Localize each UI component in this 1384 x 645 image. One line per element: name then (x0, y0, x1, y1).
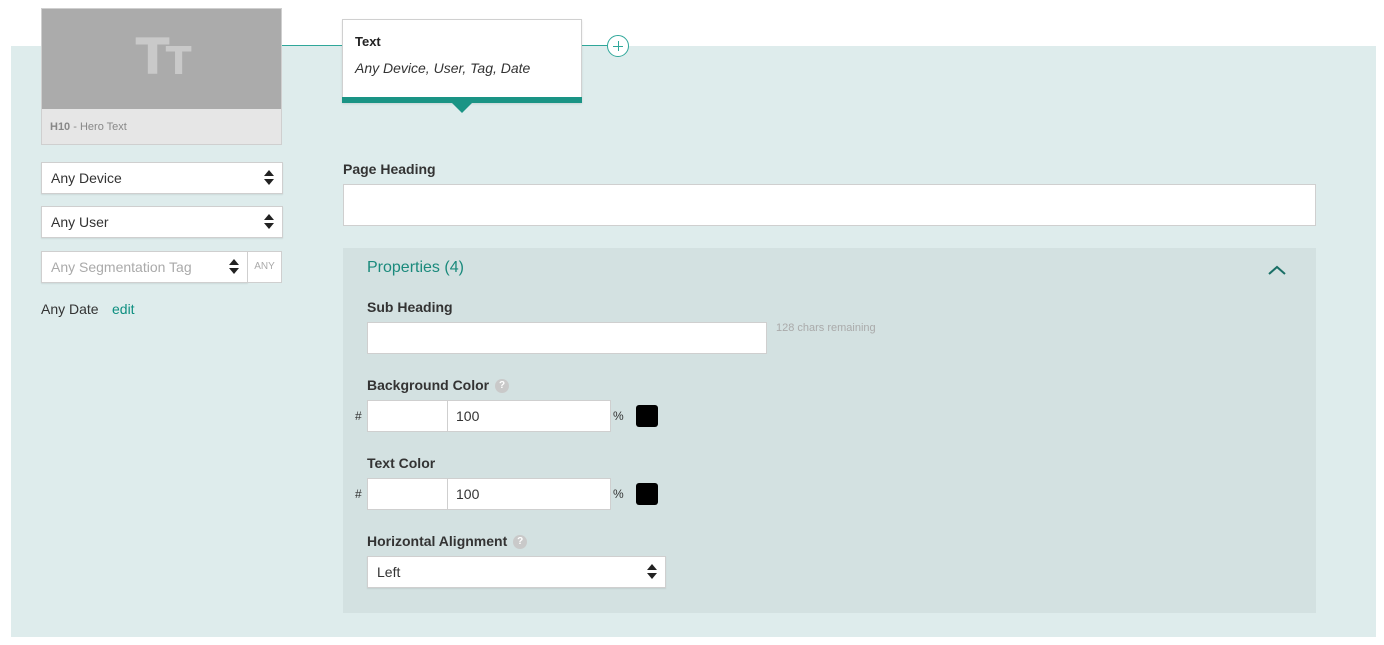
block-summary-card[interactable]: Text Any Device, User, Tag, Date (342, 19, 582, 103)
select-arrows-icon (264, 170, 274, 186)
block-name: - Hero Text (70, 121, 127, 133)
connector-line-left (282, 45, 342, 46)
select-arrows-icon (264, 214, 274, 230)
block-summary-targeting: Any Device, User, Tag, Date (355, 60, 531, 76)
hash-symbol: # (355, 409, 362, 423)
sub-heading-label: Sub Heading (367, 299, 453, 315)
sub-heading-chars-remaining: 128 chars remaining (776, 322, 876, 334)
block-summary-title: Text (355, 34, 381, 49)
percent-symbol: % (613, 487, 624, 501)
horizontal-alignment-value: Left (377, 564, 401, 580)
user-select[interactable]: Any User (41, 206, 283, 238)
background-color-hex-input[interactable] (367, 400, 448, 432)
select-arrows-icon (229, 259, 239, 275)
segmentation-tag-placeholder: Any Segmentation Tag (51, 259, 192, 275)
segmentation-tag-select[interactable]: Any Segmentation Tag (41, 251, 248, 283)
text-color-opacity-input[interactable] (447, 478, 611, 510)
user-select-value: Any User (51, 214, 109, 230)
text-color-hex-input[interactable] (367, 478, 448, 510)
text-color-swatch[interactable] (636, 483, 658, 505)
add-block-icon[interactable] (607, 35, 629, 57)
connector-line-right (582, 45, 607, 46)
page-heading-label: Page Heading (343, 161, 436, 177)
page-heading-input[interactable] (343, 184, 1316, 226)
sub-heading-input[interactable] (367, 322, 767, 354)
help-icon[interactable]: ? (495, 379, 510, 394)
hash-symbol: # (355, 487, 362, 501)
background-color-swatch[interactable] (636, 405, 658, 427)
horizontal-alignment-select[interactable]: Left (367, 556, 666, 588)
background-color-opacity-input[interactable] (447, 400, 611, 432)
block-code: H10 (50, 121, 71, 133)
block-thumbnail-image: TT (42, 9, 281, 109)
pointer-arrow-icon (452, 103, 472, 113)
device-select-value: Any Device (51, 170, 122, 186)
chevron-up-icon[interactable] (1268, 264, 1286, 276)
block-thumbnail-card[interactable]: TT H10 - Hero Text (41, 8, 282, 145)
percent-symbol: % (613, 409, 624, 423)
text-color-label: Text Color (367, 455, 436, 471)
segmentation-any-toggle[interactable]: ANY (247, 251, 282, 283)
background-color-label: Background Color ? (367, 377, 510, 394)
horizontal-alignment-label: Horizontal Alignment ? (367, 533, 528, 550)
date-filter-label: Any Date (41, 301, 99, 317)
block-thumbnail-caption: H10 - Hero Text (50, 121, 127, 133)
help-icon[interactable]: ? (513, 535, 528, 550)
device-select[interactable]: Any Device (41, 162, 283, 194)
text-type-icon: TT (135, 28, 191, 86)
select-arrows-icon (647, 564, 657, 580)
date-edit-link[interactable]: edit (112, 301, 135, 317)
properties-toggle[interactable]: Properties (4) (367, 259, 464, 277)
